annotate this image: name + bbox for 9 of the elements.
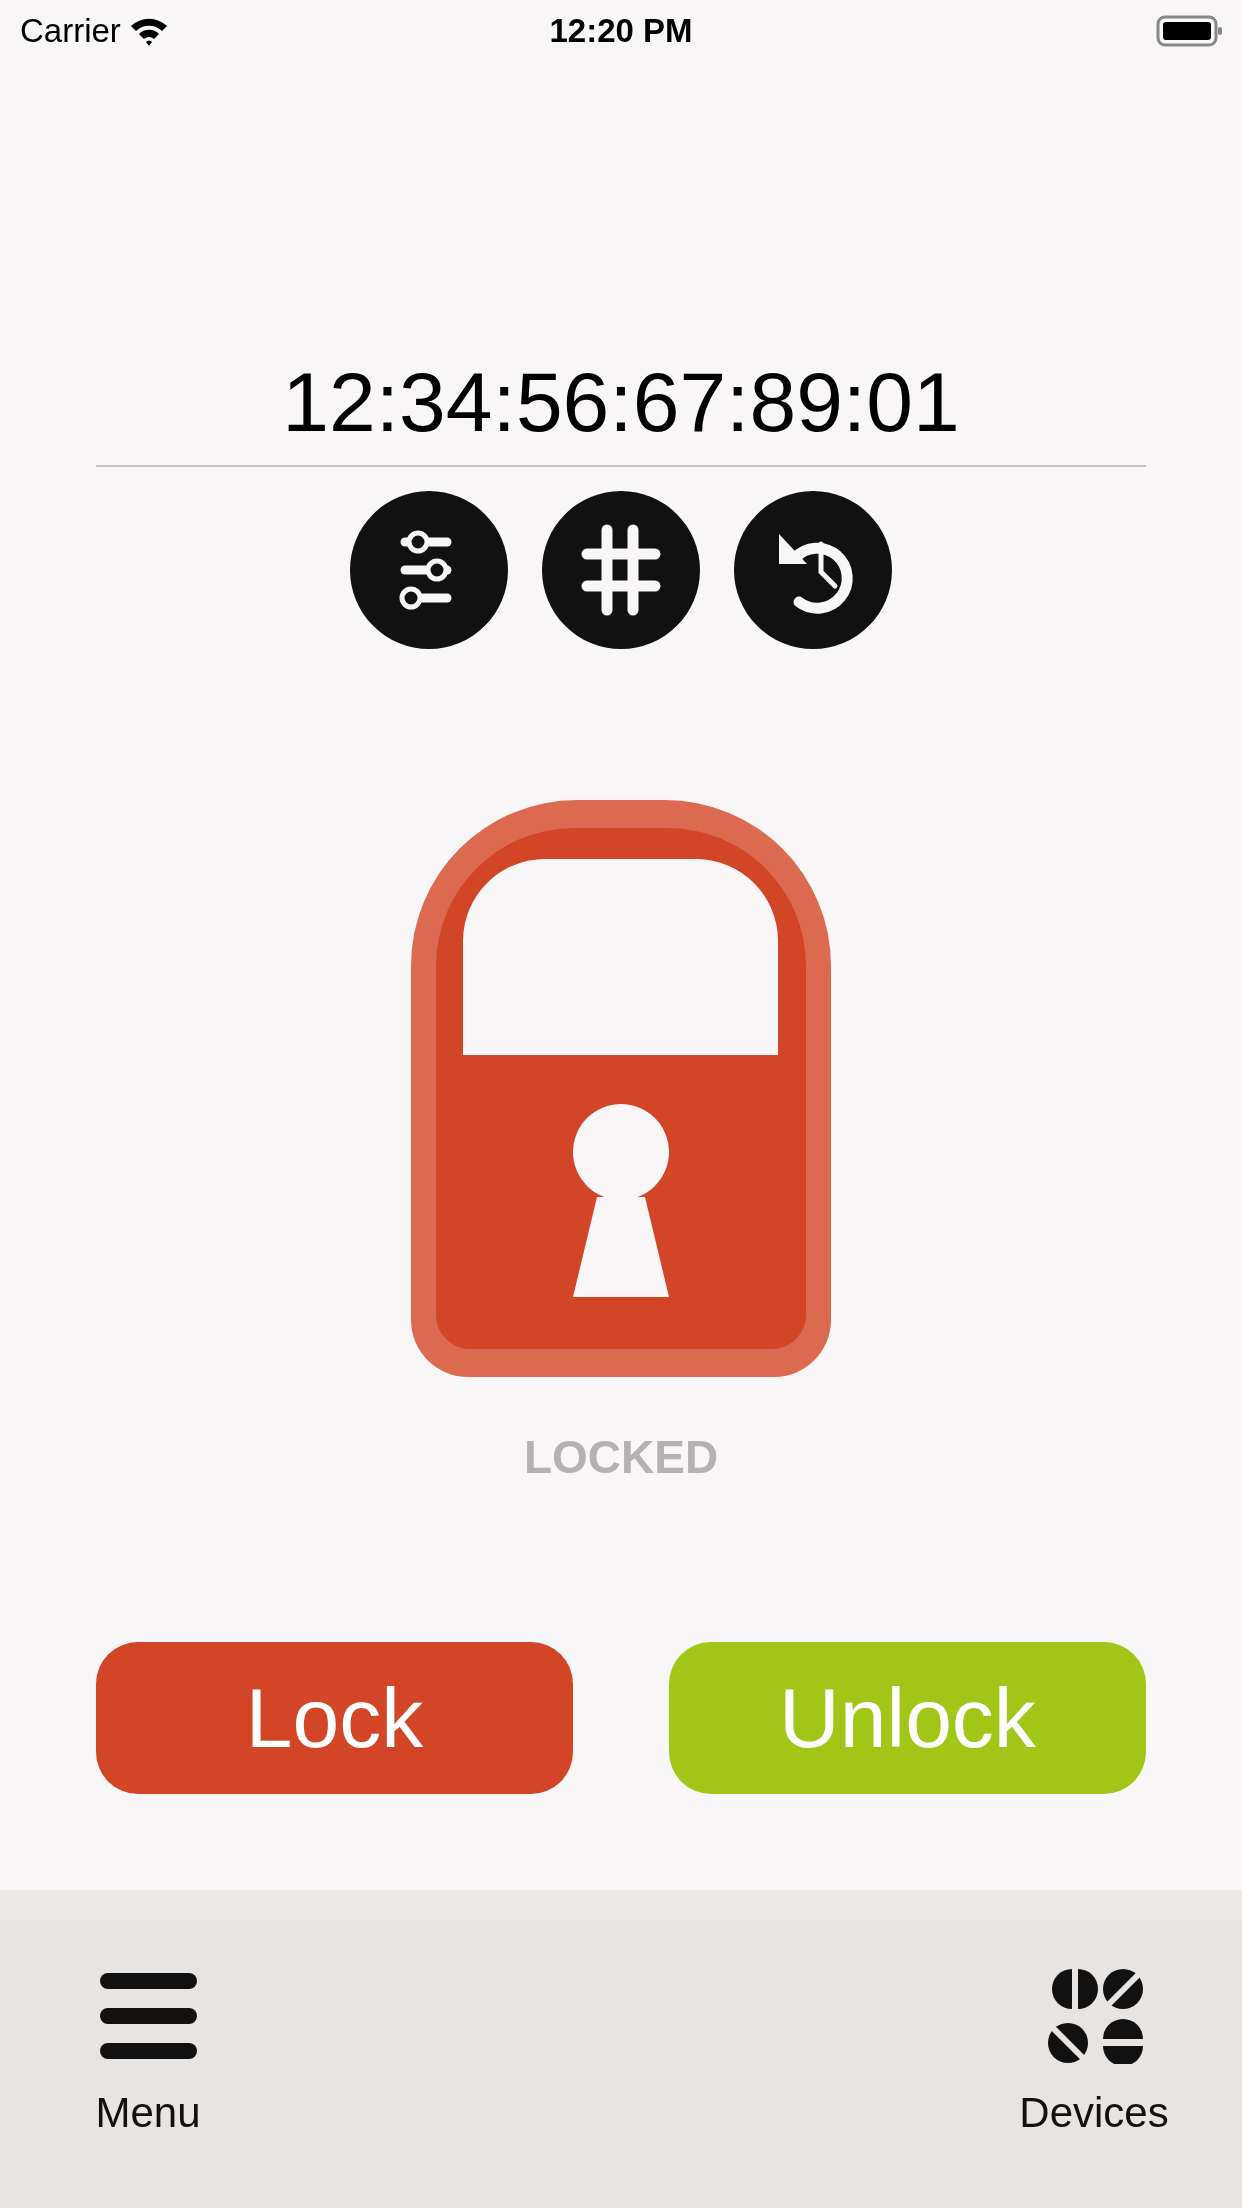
devices-icon xyxy=(1045,1967,1143,2064)
battery-icon xyxy=(1156,15,1224,47)
lock-button[interactable]: Lock xyxy=(96,1642,573,1794)
device-address: 12:34:56:67:89:01 xyxy=(281,358,961,446)
menu-tab[interactable]: Menu xyxy=(48,1920,248,2208)
lock-status: LOCKED xyxy=(522,1434,720,1480)
devices-tab[interactable]: Devices xyxy=(994,1920,1194,2208)
carrier-name: Carrier xyxy=(20,11,121,52)
status-time: 12:20 PM xyxy=(549,11,693,52)
